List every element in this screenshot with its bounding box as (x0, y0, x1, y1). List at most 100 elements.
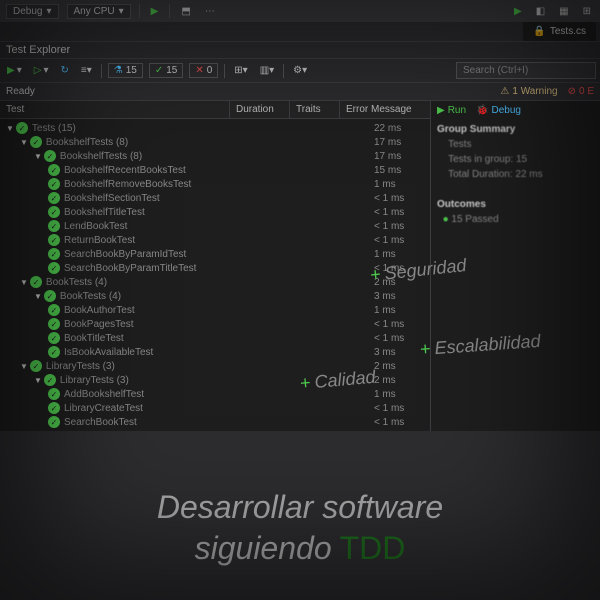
plus-icon: + (419, 338, 431, 359)
warning-badge[interactable]: ⚠1 Warning (500, 86, 557, 97)
header-traits[interactable]: Traits (290, 101, 340, 118)
chevron-down-icon[interactable]: ▼ (20, 278, 28, 287)
play-icon: ▶ (7, 65, 15, 76)
test-label: ReturnBookTest (64, 235, 370, 246)
test-duration: < 1 ms (370, 417, 430, 428)
test-row[interactable]: AddBookshelfTest1 ms (0, 387, 430, 401)
header-error[interactable]: Error Message (340, 101, 430, 118)
test-row[interactable]: ▼BookshelfTests (8)17 ms (0, 149, 430, 163)
test-duration: < 1 ms (370, 403, 430, 414)
test-label: SearchBookByParamIdTest (64, 249, 370, 260)
pass-icon (44, 374, 56, 386)
test-label: SearchBookTest (64, 417, 370, 428)
test-row[interactable]: BookTitleTest< 1 ms (0, 331, 430, 345)
pass-icon (48, 402, 60, 414)
test-row[interactable]: BookAuthorTest1 ms (0, 303, 430, 317)
test-duration: 17 ms (370, 137, 430, 148)
search-input[interactable]: Search (Ctrl+I) (456, 62, 596, 79)
test-label: LibraryCreateTest (64, 403, 370, 414)
columns-button[interactable]: ▥▾ (257, 64, 277, 77)
test-label: BookPagesTest (64, 319, 370, 330)
header-test[interactable]: Test (0, 101, 230, 118)
toolbar-button[interactable]: ⊞ (580, 5, 594, 18)
test-explorer-title: Test Explorer (0, 42, 600, 59)
pass-icon (30, 136, 42, 148)
toolbar-button[interactable]: ▶ (511, 5, 525, 18)
warning-icon: ⚠ (500, 86, 509, 97)
platform-dropdown[interactable]: Any CPU▾ (67, 4, 131, 19)
repeat-button[interactable]: ↻ (57, 64, 71, 77)
test-row[interactable]: BookshelfRemoveBooksTest1 ms (0, 177, 430, 191)
pass-icon (48, 346, 60, 358)
test-duration: 15 ms (370, 165, 430, 176)
test-duration: < 1 ms (370, 235, 430, 246)
pass-icon (48, 248, 60, 260)
test-row[interactable]: BookPagesTest< 1 ms (0, 317, 430, 331)
passed-count[interactable]: 15 (149, 63, 184, 78)
pass-icon (44, 150, 56, 162)
test-row[interactable]: IsBookAvailableTest3 ms (0, 345, 430, 359)
playlist-button[interactable]: ≡▾ (78, 64, 95, 77)
test-row[interactable]: ▼BookTests (4)2 ms (0, 275, 430, 289)
test-duration: 1 ms (370, 249, 430, 260)
toolbar-button[interactable]: ◧ (533, 5, 548, 18)
main-toolbar: Debug▾ Any CPU▾ ▶ ⬒ ⋯ ▶ ◧ ▦ ⊞ (0, 0, 600, 22)
toolbar-button[interactable]: ⬒ (178, 5, 193, 18)
test-duration: 1 ms (370, 305, 430, 316)
chevron-down-icon[interactable]: ▼ (34, 152, 42, 161)
lock-icon: 🔒 (533, 26, 545, 37)
test-label: BookshelfSectionTest (64, 193, 370, 204)
pass-icon (48, 164, 60, 176)
test-duration: 17 ms (370, 151, 430, 162)
run-link[interactable]: ▶Run (437, 105, 466, 116)
column-headers: Test Duration Traits Error Message (0, 101, 430, 119)
test-label: BookTitleTest (64, 333, 370, 344)
pass-icon (48, 178, 60, 190)
chevron-down-icon[interactable]: ▼ (34, 292, 42, 301)
test-label: BookshelfTitleTest (64, 207, 370, 218)
settings-button[interactable]: ⚙▾ (290, 64, 310, 77)
run-button[interactable]: ▷▾ (31, 64, 52, 77)
pass-icon (48, 234, 60, 246)
file-tab[interactable]: 🔒 Tests.cs (523, 22, 596, 41)
start-button[interactable]: ▶ (148, 5, 162, 18)
test-row[interactable]: LibraryCreateTest< 1 ms (0, 401, 430, 415)
test-row[interactable]: ▼Tests (15)22 ms (0, 121, 430, 135)
view-button[interactable]: ⊞▾ (231, 64, 250, 77)
failed-count[interactable]: 0 (189, 63, 218, 78)
test-row[interactable]: BookshelfRecentBooksTest15 ms (0, 163, 430, 177)
pass-icon (30, 360, 42, 372)
pass-icon (48, 220, 60, 232)
toolbar-button[interactable]: ⋯ (202, 5, 218, 18)
debug-link[interactable]: 🐞Debug (476, 105, 521, 116)
ready-label: Ready (6, 86, 35, 97)
test-row[interactable]: SearchBookTest< 1 ms (0, 415, 430, 429)
test-label: SearchBookByParamTitleTest (64, 263, 370, 274)
test-row[interactable]: SearchBookByParamIdTest1 ms (0, 247, 430, 261)
error-badge[interactable]: ⊘0 E (568, 86, 594, 97)
header-duration[interactable]: Duration (230, 101, 290, 118)
config-dropdown[interactable]: Debug▾ (6, 4, 59, 19)
test-row[interactable]: SearchBookByParamTitleTest< 1 ms (0, 261, 430, 275)
test-row[interactable]: BookshelfSectionTest< 1 ms (0, 191, 430, 205)
separator (139, 4, 140, 18)
error-icon: ⊘ (568, 86, 576, 97)
pass-icon (16, 122, 28, 134)
test-row[interactable]: LendBookTest< 1 ms (0, 219, 430, 233)
chevron-down-icon: ▾ (46, 6, 51, 17)
test-row[interactable]: BookshelfTitleTest< 1 ms (0, 205, 430, 219)
chevron-down-icon[interactable]: ▼ (20, 362, 28, 371)
pass-icon (30, 276, 42, 288)
test-row[interactable]: ReturnBookTest< 1 ms (0, 233, 430, 247)
chevron-down-icon[interactable]: ▼ (6, 124, 14, 133)
run-all-button[interactable]: ▶▾ (4, 64, 25, 77)
test-duration: < 1 ms (370, 207, 430, 218)
chevron-down-icon[interactable]: ▼ (34, 376, 42, 385)
total-count[interactable]: 15 (108, 63, 143, 78)
status-bar: Ready ⚠1 Warning ⊘0 E (0, 83, 600, 101)
test-row[interactable]: ▼BookshelfTests (8)17 ms (0, 135, 430, 149)
pass-icon (48, 388, 60, 400)
test-row[interactable]: ▼BookTests (4)3 ms (0, 289, 430, 303)
chevron-down-icon[interactable]: ▼ (20, 138, 28, 147)
toolbar-button[interactable]: ▦ (556, 5, 571, 18)
